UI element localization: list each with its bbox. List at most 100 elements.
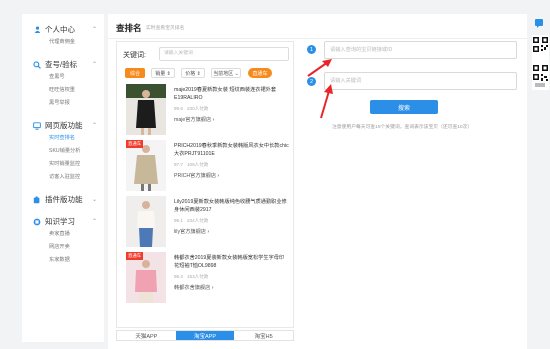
tab-tmall-app[interactable]: 天猫APP <box>117 331 176 340</box>
sidebar-head-label: 知识学习 <box>45 217 75 226</box>
list-item[interactable]: maje2019春夏新款女装 短纹西装连衣裙外套E19RALIRO 99.6 23… <box>123 82 293 138</box>
product-score: 99.6 <box>174 106 183 111</box>
chevron-down-icon: ⌄ <box>91 197 97 203</box>
customer-service-icon[interactable] <box>534 18 544 28</box>
list-item[interactable]: 直通车 韩都衣舍2019夏装新款女装韩版宽松学生字母印花短袖T恤OL9898 9… <box>123 250 293 306</box>
step-1-badge: 1 <box>307 45 316 54</box>
sidebar-section-check: 查号/验标 ⌃ 查黑号 旺旺信权重 黑号举报 <box>22 49 104 110</box>
filter-sort-all[interactable]: 综合 <box>125 68 145 78</box>
sidebar-item-commission[interactable]: 代理商佣金 <box>22 36 104 49</box>
shop-name: PRICH官方旗舰店 <box>174 173 217 179</box>
sidebar-head-plugin[interactable]: 插件版功能 ⌄ <box>22 193 104 206</box>
product-shop[interactable]: lily官方旗舰店 › <box>174 228 209 235</box>
search-icon <box>33 60 41 69</box>
sidebar-head-label: 网页版功能 <box>45 121 83 130</box>
product-image: 直通车 <box>126 140 166 191</box>
product-paid: 109人付款 <box>186 162 209 167</box>
product-list: maje2019春夏新款女装 短纹西装连衣裙外套E19RALIRO 99.6 23… <box>123 82 293 306</box>
chevron-right-icon: › <box>207 229 210 235</box>
sidebar-item-weight[interactable]: 旺旺信权重 <box>22 84 104 97</box>
keyword-field[interactable]: 请输入关键词 <box>324 72 517 90</box>
divider <box>108 38 527 39</box>
arrow-pointer-2 <box>320 84 333 119</box>
sidebar-head-profile[interactable]: 个人中心 ⌃ <box>22 23 104 36</box>
chevron-right-icon: › <box>217 173 220 179</box>
filter-region[interactable]: 当前地区 ⌄ <box>211 68 241 78</box>
monitor-icon <box>33 121 41 130</box>
sidebar-item-rank[interactable]: 实时查排名 <box>22 132 104 145</box>
product-title: 韩都衣舍2019夏装新款女装韩版宽松学生字母印花短袖T恤OL9898 <box>174 255 285 269</box>
list-item[interactable]: 直通车 PRICH2019春秋季新款女装韩版风衣女中长款chic大衣PRJT91… <box>123 138 293 194</box>
product-paid: 230人付款 <box>186 106 209 111</box>
book-icon <box>33 218 41 226</box>
sidebar-item-report[interactable]: 黑号举报 <box>22 97 104 110</box>
usage-note: 注意使用户每天可查19个关键词，查词表示该宝贝（还可查10次） <box>332 125 473 130</box>
product-paid: 234人付款 <box>186 218 209 223</box>
filter-direct[interactable]: 直通车 <box>248 68 272 78</box>
product-shop[interactable]: maje官方旗舰店 › <box>174 116 214 123</box>
product-meta: 99.6 230人付款 <box>174 106 212 112</box>
product-title: maje2019春夏新款女装 短纹西装连衣裙外套E19RALIRO <box>174 87 277 101</box>
sidebar-section-web: 网页版功能 ⌃ 实时查排名 SKU销量分析 实时销量监控 访客入驻监控 <box>22 110 104 184</box>
sidebar: 个人中心 ⌃ 代理商佣金 查号/验标 ⌃ 查黑号 旺旺信权重 黑号举报 网页版功… <box>22 14 104 342</box>
product-image <box>126 84 166 135</box>
arrow-pointer-1 <box>307 59 332 77</box>
product-image <box>126 196 166 247</box>
product-meta: 97.7 109人付款 <box>174 162 212 168</box>
chevron-right-icon: › <box>212 117 215 123</box>
list-item[interactable]: Lily2019夏新款女装韩版纯色收腰气质通勤职业修身休闲西装2917 99.1… <box>123 194 293 250</box>
filter-bar: 综合 销量 ⇕ 价格 ⇕ 当前地区 ⌄ 直通车 <box>125 67 291 79</box>
search-preview-card: 关键词: 请输入关键词 综合 销量 ⇕ 价格 ⇕ 当前地区 ⌄ 直通车 maje… <box>116 41 294 328</box>
chevron-up-icon: ⌃ <box>91 27 97 33</box>
sidebar-item-live[interactable]: 卖家直播 <box>22 228 104 241</box>
filter-price[interactable]: 价格 ⇕ <box>181 68 205 78</box>
product-title: PRICH2019春秋季新款女装韩版风衣女中长款chic大衣PRJT91101E <box>174 143 289 157</box>
page: 个人中心 ⌃ 代理商佣金 查号/验标 ⌃ 查黑号 旺旺信权重 黑号举报 网页版功… <box>0 0 550 349</box>
chevron-up-icon: ⌃ <box>91 219 97 225</box>
product-shop[interactable]: PRICH官方旗舰店 › <box>174 172 219 179</box>
url-input[interactable]: 请输入查询的宝贝链接或ID <box>324 41 517 59</box>
tab-taobao-app[interactable]: 淘宝APP <box>175 331 235 340</box>
sidebar-item-open-shop[interactable]: 网店开卖 <box>22 241 104 254</box>
sidebar-head-learn[interactable]: 知识学习 ⌃ <box>22 215 104 228</box>
sidebar-item-blacklist[interactable]: 查黑号 <box>22 71 104 84</box>
chevron-right-icon: › <box>211 285 214 291</box>
shop-name: lily官方旗舰店 <box>174 229 206 235</box>
sidebar-head-label: 个人中心 <box>45 25 75 34</box>
product-meta: 99.1 234人付款 <box>174 218 212 224</box>
direct-badge: 直通车 <box>126 140 144 148</box>
chevron-up-icon: ⌃ <box>91 123 97 129</box>
page-subtitle: 实时查看宝贝排名 <box>146 26 185 31</box>
platform-tabs: 天猫APP 淘宝APP 淘宝H5 <box>116 330 294 341</box>
product-image: 直通车 <box>126 252 166 303</box>
sidebar-item-sales-monitor[interactable]: 实时销量监控 <box>22 158 104 171</box>
sidebar-head-label: 插件版功能 <box>45 195 83 204</box>
qr-code-icon <box>532 35 549 90</box>
sidebar-section-plugin: 插件版功能 ⌄ <box>22 184 104 206</box>
tab-taobao-h5[interactable]: 淘宝H5 <box>234 331 293 340</box>
product-shop[interactable]: 韩都衣舍旗舰店 › <box>174 284 214 291</box>
direct-badge: 直通车 <box>126 252 144 260</box>
shop-name: maje官方旗舰店 <box>174 117 212 123</box>
sidebar-item-data[interactable]: 东家数据 <box>22 254 104 267</box>
sidebar-section-learn: 知识学习 ⌃ 卖家直播 网店开卖 东家数据 <box>22 206 104 267</box>
page-title: 查排名 <box>116 23 142 33</box>
keyword-label: 关键词: <box>123 52 146 59</box>
sidebar-head-check[interactable]: 查号/验标 ⌃ <box>22 58 104 71</box>
chevron-up-icon: ⌃ <box>91 62 97 68</box>
sidebar-head-label: 查号/验标 <box>45 60 78 69</box>
product-paid: 153人付款 <box>186 274 209 279</box>
product-score: 96.3 <box>174 274 183 279</box>
sidebar-head-web[interactable]: 网页版功能 ⌃ <box>22 119 104 132</box>
search-button[interactable]: 搜索 <box>370 100 438 114</box>
product-score: 99.1 <box>174 218 183 223</box>
product-title: Lily2019夏新款女装韩版纯色收腰气质通勤职业修身休闲西装2917 <box>174 199 287 213</box>
product-score: 97.7 <box>174 162 183 167</box>
user-icon <box>33 26 41 34</box>
keyword-input[interactable]: 请输入关键词 <box>159 47 289 61</box>
puzzle-icon <box>33 195 41 204</box>
filter-sales[interactable]: 销量 ⇕ <box>151 68 175 78</box>
shop-name: 韩都衣舍旗舰店 <box>174 285 211 291</box>
sidebar-item-visitor-monitor[interactable]: 访客入驻监控 <box>22 171 104 184</box>
sidebar-item-sku[interactable]: SKU销量分析 <box>22 145 104 158</box>
